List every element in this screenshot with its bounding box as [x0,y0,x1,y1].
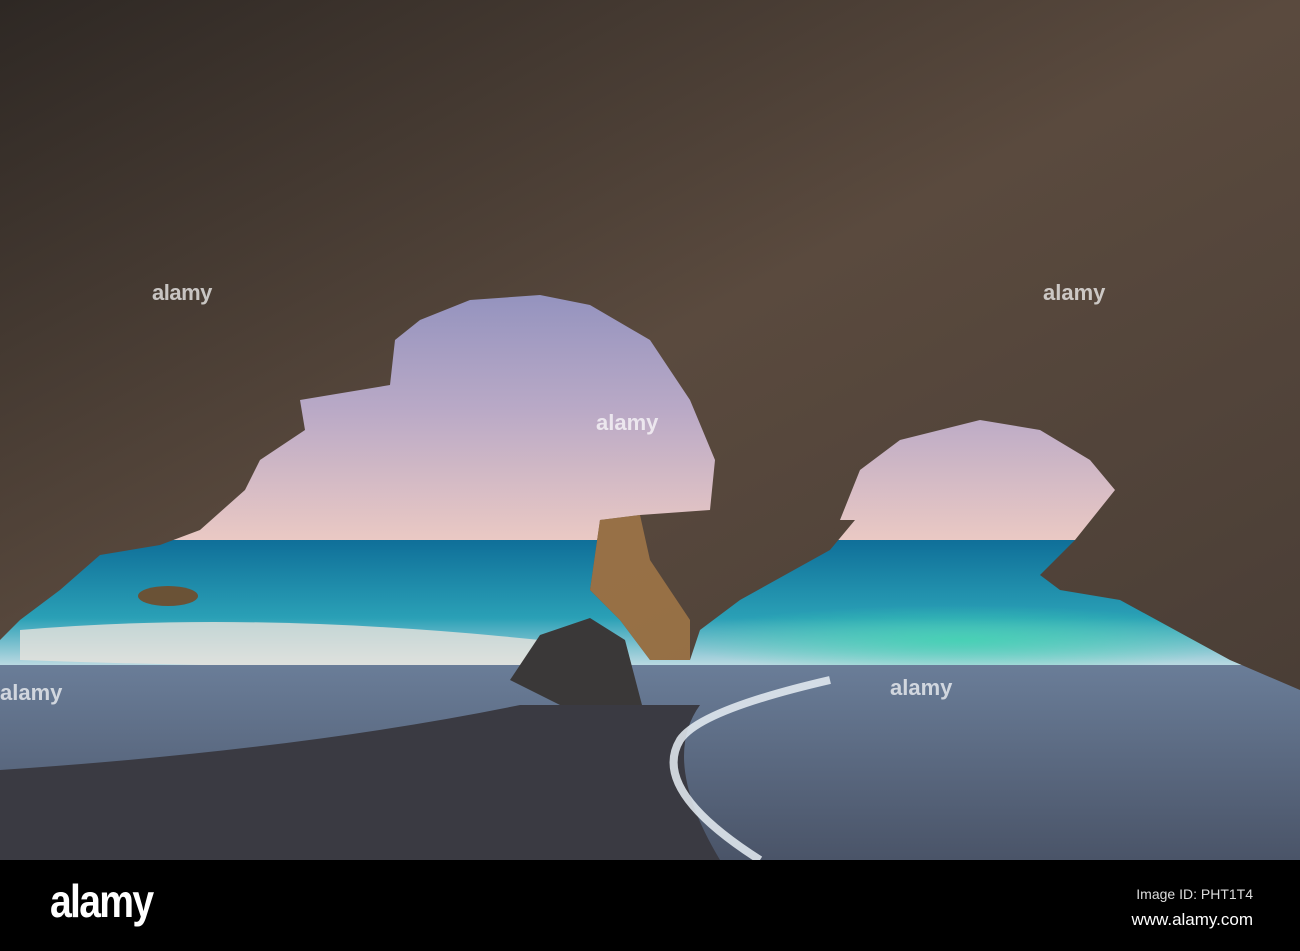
small-rock [138,586,198,606]
image-id: Image ID: PHT1T4 [1136,886,1253,902]
watermark: alamy [1043,280,1106,305]
website-link[interactable]: www.alamy.com [1131,910,1253,930]
watermark: alamy [596,410,659,435]
cave-photo: alamy alamy alamy alamy alamy [0,0,1300,860]
watermark: alamy [890,675,953,700]
watermark: alamy [0,680,63,705]
footer-bar: alamy Image ID: PHT1T4 www.alamy.com [0,860,1300,951]
watermark: alamy [152,280,213,305]
alamy-logo[interactable]: alamy [50,874,154,928]
